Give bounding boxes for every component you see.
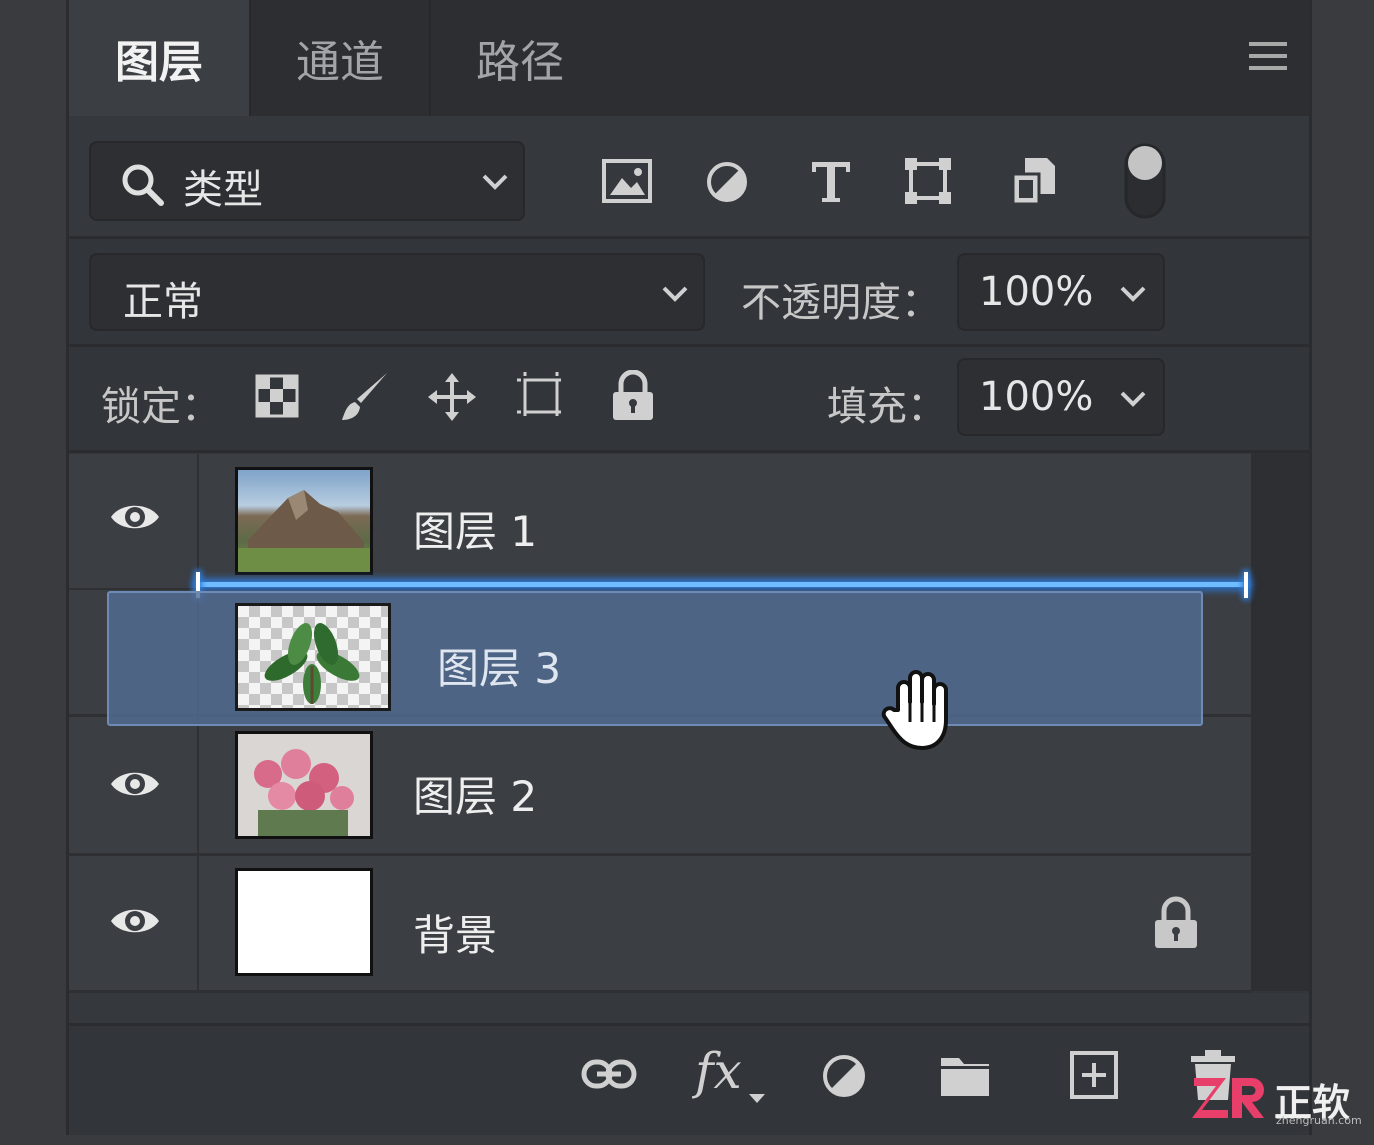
link-layers-icon[interactable] [581,1056,637,1092]
adjustment-filter-icon[interactable] [705,160,749,204]
layer-thumbnail [235,467,373,575]
drop-indicator-line [196,582,1248,587]
lock-icon [1153,896,1199,950]
layer-name[interactable]: 图层 2 [413,763,537,824]
tab-channels[interactable]: 通道 [251,0,429,116]
filter-type-value: 类型 [183,167,263,213]
image-filter-icon[interactable] [601,158,653,204]
lock-paint-icon[interactable] [339,370,391,424]
layer-row[interactable]: 图层 1 [69,454,1251,588]
lock-all-icon[interactable] [611,370,655,422]
lock-move-icon[interactable] [427,372,477,422]
filter-toggle-icon[interactable] [1123,142,1167,222]
bottom-bar [69,1023,1309,1135]
dragging-layer-row[interactable]: 图层 3 [107,591,1203,726]
chevron-down-icon [661,285,689,303]
fx-icon[interactable]: fx [695,1042,742,1100]
layer-row[interactable]: 背景 [69,856,1251,990]
fill-value: 100% [979,374,1094,420]
tab-paths[interactable]: 路径 [431,0,609,116]
drop-indicator-end [1244,572,1248,598]
lock-artboard-icon[interactable] [515,372,567,420]
layer-list-scrollbar[interactable] [1251,453,1309,991]
grab-hand-cursor-icon [880,666,960,752]
layer-thumbnail [235,868,373,976]
lock-label: 锁定： [101,384,221,430]
eye-icon[interactable] [109,904,161,938]
eye-icon[interactable] [109,500,161,534]
adjustment-layer-icon[interactable] [821,1053,867,1099]
opacity-label: 不透明度： [741,280,941,326]
layer-thumbnail [235,603,391,711]
layer-name[interactable]: 图层 1 [413,498,537,559]
watermark-url: zhengruan.com [1276,1114,1362,1127]
search-icon [121,163,165,207]
layers-panel: 图层 通道 路径 类型 正常 不透明度： 100% 锁定： 填充： 100% 图… [66,0,1312,1135]
lock-transparent-icon[interactable] [255,374,299,418]
smart-object-filter-icon[interactable] [1011,156,1057,206]
watermark-logo-icon [1192,1078,1264,1118]
tab-layers[interactable]: 图层 [69,0,249,116]
chevron-down-icon [481,173,509,191]
new-layer-icon[interactable] [1069,1050,1119,1100]
row-divider [69,450,1309,453]
fill-label: 填充： [827,384,947,430]
fill-field[interactable]: 100% [957,358,1165,436]
row-divider [69,236,1309,239]
chevron-down-icon[interactable] [1119,285,1147,303]
blend-mode-value: 正常 [123,279,203,325]
opacity-field[interactable]: 100% [957,253,1165,331]
opacity-value: 100% [979,269,1094,315]
dragging-layer-name: 图层 3 [437,644,562,693]
watermark: 正软 zhengruan.com [1190,1070,1362,1127]
hamburger-menu-icon[interactable] [1249,40,1289,72]
eye-icon[interactable] [109,767,161,801]
chevron-down-icon[interactable] [1119,390,1147,408]
type-filter-icon[interactable] [809,158,853,204]
filter-type-dropdown[interactable]: 类型 [89,141,525,221]
shape-filter-icon[interactable] [903,156,953,206]
layer-name[interactable]: 背景 [413,902,497,963]
blend-mode-dropdown[interactable]: 正常 [89,253,705,331]
layer-thumbnail [235,731,373,839]
layer-list-empty [69,993,1309,1023]
layer-row[interactable]: 图层 2 [69,717,1251,853]
group-folder-icon[interactable] [939,1052,991,1098]
caret-down-icon [749,1094,765,1104]
row-divider [69,344,1309,347]
